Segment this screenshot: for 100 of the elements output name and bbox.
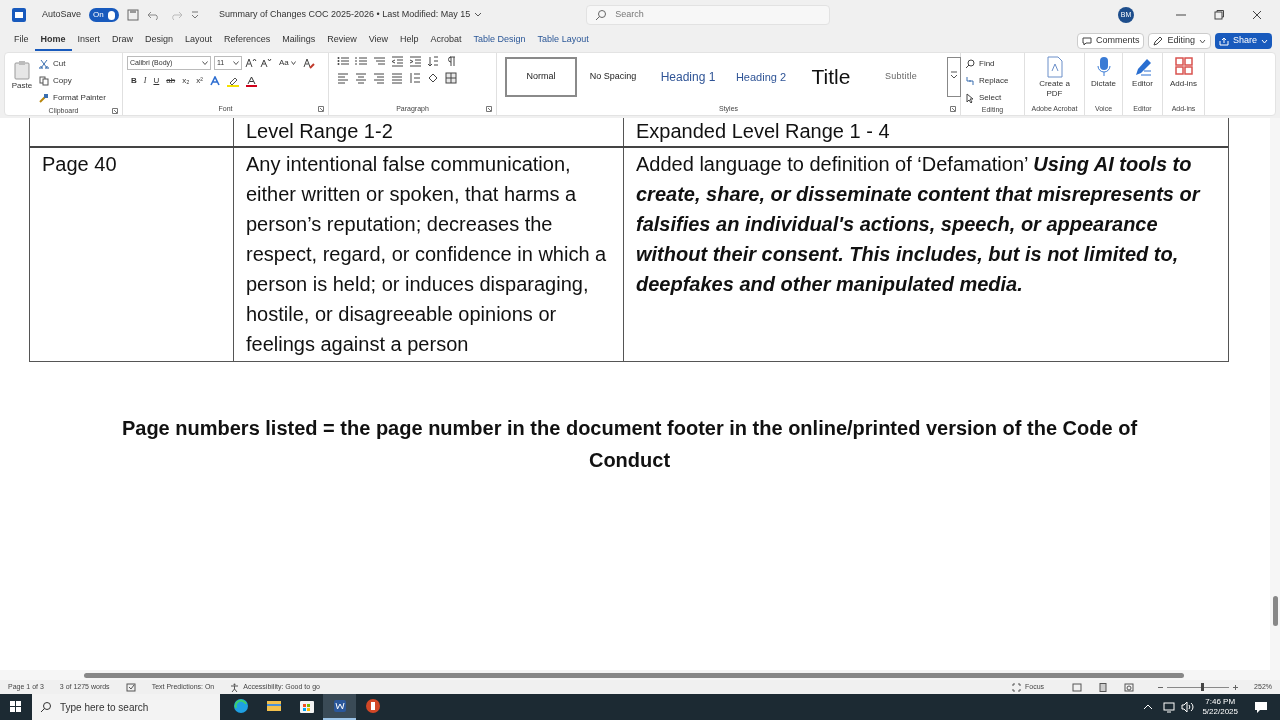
share-button[interactable]: Share [1214,33,1272,49]
sort-icon[interactable] [427,56,439,67]
menu-tab[interactable]: Layout [179,31,219,51]
menu-tab[interactable]: Help [394,31,425,51]
style-option[interactable]: Heading 1 [649,57,727,97]
horizontal-scrollbar[interactable] [0,670,1280,680]
menu-tab[interactable]: View [362,31,395,51]
print-layout-icon[interactable] [1098,682,1109,692]
menu-tab[interactable]: Design [139,31,180,51]
search-icon [595,9,608,21]
clock-date[interactable]: 5/22/2025 [1202,707,1238,717]
pilcrow-icon[interactable] [445,56,457,67]
ribbon-command[interactable]: Select [965,90,1009,105]
format-button[interactable]: x₂ [182,75,190,87]
dialog-launcher-icon[interactable] [486,106,492,112]
menu-tab[interactable]: Acrobat [424,31,468,51]
zoom-in-icon[interactable] [1233,684,1239,690]
taskbar-search-field[interactable]: Type here to search [32,694,220,720]
table-cell-text: Any intentional false communication, either written or spoken, that harms a person’s reputation; decreases the respect, regard, or confidence in which a person is held; or induces disparaging, hostile, or disagreeable opinions or feelings against a person [246,152,608,357]
notification-icon[interactable] [1254,700,1268,714]
format-button[interactable]: U [153,75,160,87]
chevron-up-icon[interactable] [1142,703,1155,711]
align-left-icon[interactable] [337,72,349,84]
pencil-icon [1153,36,1164,46]
borders-icon[interactable] [445,72,457,84]
highlighter-icon[interactable] [226,75,239,87]
bullets-icon[interactable] [337,56,349,67]
clipboard-icon [14,60,30,80]
clipboard-button[interactable]: Cut [39,56,106,72]
read-mode-icon[interactable] [1072,682,1083,692]
shading-icon[interactable] [427,72,439,84]
clear-formatting-icon[interactable] [302,57,315,69]
replace-icon [965,75,975,86]
chevron-down-icon [290,61,296,65]
web-layout-icon[interactable] [1124,682,1135,692]
document-title[interactable]: Summary of Changes COC 2025-2026 • Last Modified: May 15 [219,8,483,22]
style-option[interactable]: Normal [505,57,577,97]
format-button[interactable]: ab [166,75,176,87]
zoom-slider-thumb[interactable] [1200,682,1204,691]
menu-tab[interactable]: File [8,31,35,51]
chevron-down-icon [474,12,483,18]
align-right-icon[interactable] [373,72,385,84]
save-icon[interactable] [127,9,140,21]
menu-tab[interactable]: Draw [106,31,140,51]
dialog-launcher-icon[interactable] [950,106,956,112]
font-color-icon[interactable] [245,75,257,87]
menu-tab[interactable]: Table Design [467,31,532,51]
paste-button[interactable]: Paste [9,56,35,92]
format-button[interactable]: B [131,75,137,87]
increase-indent-icon[interactable] [409,56,421,67]
more-styles-icon[interactable] [947,57,961,97]
share-icon [1218,36,1229,46]
ribbon-command[interactable]: Find [965,56,1009,71]
clock-time[interactable]: 7:46 PM [1205,697,1236,707]
comments-button[interactable]: Comments [1076,33,1145,49]
tool-button[interactable]: Create a PDF [1032,56,1077,99]
style-option[interactable]: Heading 2 [727,57,795,97]
menu-tab[interactable]: Table Layout [531,31,595,51]
style-option[interactable]: Title [795,57,867,97]
editing-mode-button[interactable]: Editing [1148,33,1211,49]
menu-tab[interactable]: Insert [71,31,107,51]
menu-tab[interactable]: Review [321,31,363,51]
multilevel-list-icon[interactable] [373,56,385,67]
clipboard-button[interactable]: Format Painter [39,90,106,106]
style-option[interactable]: Subtitle [867,57,935,97]
chevron-down-icon [1198,38,1206,44]
proofing-icon[interactable] [125,682,136,692]
align-center-icon[interactable] [355,72,367,84]
chevron-down-icon [233,61,239,65]
style-option[interactable]: No Spacing [577,57,649,97]
justify-icon[interactable] [391,72,403,84]
copy-icon [39,76,49,86]
table-cell-text: Added language to definition of ‘Defamation’ Using AI tools to create, share, or disseminate content that misrepresents or falsifies an individual's actions, speech, or appearance without their consent. This includes, but is not limited to, deepfakes and other manipulated media. [636,152,1202,297]
dialog-launcher-icon[interactable] [112,108,118,115]
speaker-icon[interactable] [1180,701,1195,713]
line-spacing-icon[interactable] [409,72,421,84]
vertical-scrollbar[interactable] [1270,118,1280,670]
autosave-toggle[interactable]: On [89,8,120,22]
add-ins-icon [1173,56,1194,78]
customize-icon[interactable] [191,10,200,20]
format-button[interactable]: x² [196,75,203,87]
menu-tab[interactable]: Mailings [276,31,322,51]
text-effects-icon[interactable] [209,76,220,86]
pdf-icon [1044,56,1065,78]
numbering-icon[interactable] [355,56,367,67]
word-logo-icon [12,8,26,22]
dialog-launcher-icon[interactable] [318,106,324,112]
format-button[interactable]: I [143,75,147,87]
search-icon [965,58,975,69]
change-case-button[interactable]: Aa [279,57,296,69]
ribbon-command[interactable]: Replace [965,73,1009,88]
grow-font-icon[interactable] [245,58,257,68]
decrease-indent-icon[interactable] [391,56,403,67]
table-header-cell: Level Range 1-2 [246,120,393,142]
menu-tab[interactable]: References [218,31,277,51]
network-icon[interactable] [1162,701,1177,713]
autosave-label: AutoSave [42,8,82,22]
search-field[interactable]: Search [586,5,831,25]
shrink-font-icon[interactable] [260,58,272,68]
clipboard-button[interactable]: Copy [39,73,106,89]
